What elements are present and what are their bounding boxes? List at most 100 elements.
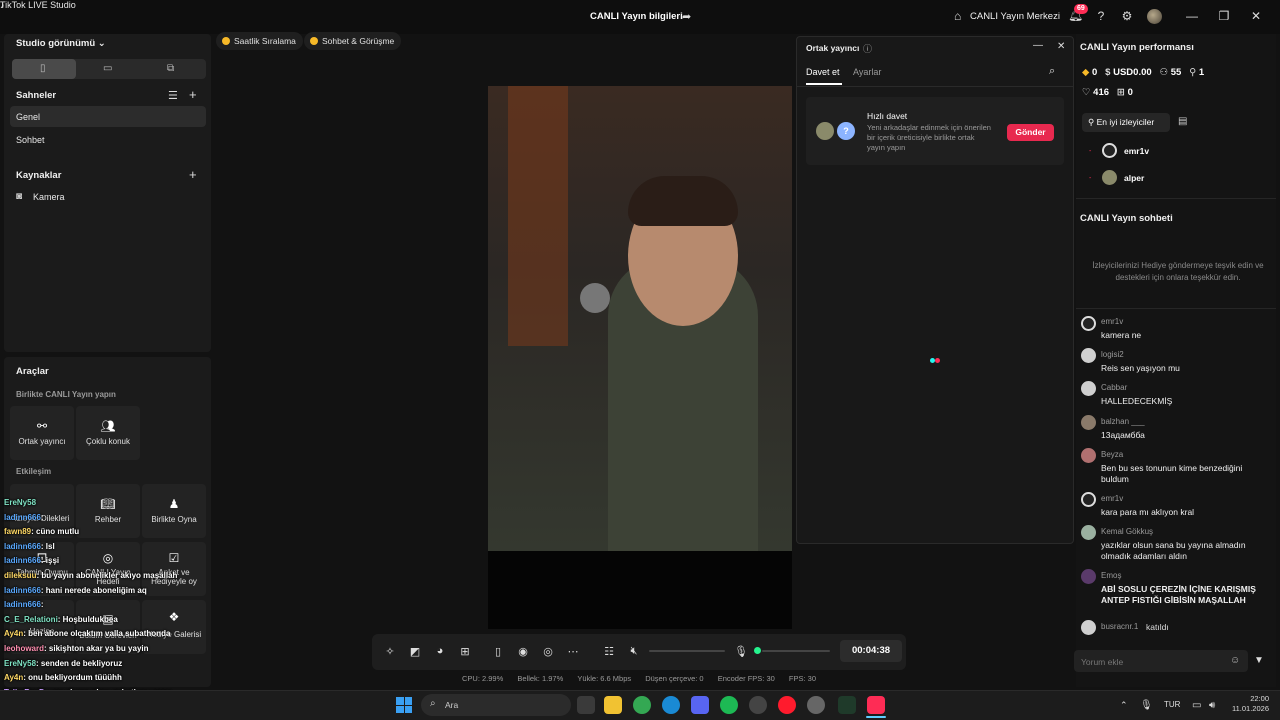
volume-icon[interactable]: 🔊︎ xyxy=(1209,700,1215,711)
top-viewer-name[interactable]: alper xyxy=(1124,173,1144,183)
tab-settings[interactable]: Ayarlar xyxy=(853,67,881,77)
overlay-chat: EreNy58 ladinn666: fawn89: cüno mutlu ladi… xyxy=(4,496,204,715)
tray-chevron-icon[interactable]: ⌃ xyxy=(1120,700,1128,711)
hourly-ranking-pill[interactable]: Saatlik Sıralama xyxy=(216,32,303,50)
chat-username[interactable]: emr1v xyxy=(1101,494,1123,503)
share-icon[interactable]: ➦ xyxy=(682,10,691,23)
minimize-panel-icon[interactable]: — xyxy=(1033,40,1043,51)
record-icon[interactable]: ◉ xyxy=(516,645,530,658)
chat-username[interactable]: logisi2 xyxy=(1101,350,1124,359)
opera-icon[interactable] xyxy=(778,696,796,714)
close-icon[interactable]: ✕ xyxy=(1249,9,1263,23)
live-center-link[interactable]: CANLI Yayın Merkezi xyxy=(970,11,1060,22)
windows-start-icon[interactable] xyxy=(396,697,412,713)
encoder-fps-stat: Encoder FPS: 30 xyxy=(717,674,775,683)
snapshot-icon[interactable]: ◎ xyxy=(541,645,555,658)
studio-view-dropdown[interactable]: Studio görünümü ⌄ xyxy=(16,38,106,49)
overlay-chat-text: : hani nerede aboneliğim aq xyxy=(40,585,147,595)
scene-item-sohbet[interactable]: Sohbet xyxy=(16,135,45,145)
tab-invite[interactable]: Davet et xyxy=(806,67,840,77)
add-scene-icon[interactable]: + xyxy=(189,87,197,102)
multi-guest-tool-button[interactable] xyxy=(76,406,140,460)
taskbar-search[interactable]: Ara xyxy=(421,694,571,716)
overlay-chat-text: : senden de bekliyoruz xyxy=(36,658,123,668)
chat-username[interactable]: Emoş xyxy=(1101,571,1121,580)
edge-icon[interactable] xyxy=(662,696,680,714)
info-icon[interactable]: ⓘ xyxy=(863,42,872,55)
cohost-tool-button[interactable] xyxy=(10,406,74,460)
task-view-icon[interactable] xyxy=(577,696,595,714)
suggested-avatar xyxy=(816,122,834,140)
overlay-chat-line: ladinn666: xyxy=(4,598,204,613)
overlay-chat-line: Ay4n: onu bekliyordum tüüühh xyxy=(4,671,204,686)
chat-username[interactable]: Kemal Gökkuş xyxy=(1101,527,1153,536)
network-icon[interactable]: ▭ xyxy=(1192,700,1201,711)
filter-icon[interactable]: ▼ xyxy=(1254,655,1264,666)
sticker-icon[interactable]: ◕ xyxy=(433,645,447,657)
top-viewers-tab[interactable]: ⚲ En iyi izleyiciler xyxy=(1082,113,1170,132)
cohost-title: Ortak yayıncı xyxy=(806,43,860,53)
mic-volume-slider[interactable] xyxy=(762,650,830,652)
mic-level-dot xyxy=(754,647,761,654)
magic-icon[interactable]: ✧ xyxy=(383,645,397,658)
avatar[interactable] xyxy=(1147,9,1162,24)
add-media-icon[interactable]: ⊞ xyxy=(458,645,472,658)
together-title: Birlikte CANLI Yayın yapın xyxy=(16,390,116,399)
camera-icon: ◙ xyxy=(16,191,23,202)
chat-username[interactable]: Cabbar xyxy=(1101,383,1127,392)
search-icon[interactable]: ⌕ xyxy=(1049,65,1055,78)
notification-badge: 69 xyxy=(1074,4,1088,14)
list-icon[interactable]: ☰ xyxy=(168,89,178,102)
active-app-indicator xyxy=(866,716,886,718)
avatar xyxy=(1081,492,1096,507)
mixer-icon[interactable]: ☷ xyxy=(602,645,616,658)
chrome-icon[interactable] xyxy=(633,696,651,714)
home-icon[interactable]: ⌂ xyxy=(954,9,961,23)
chat-username[interactable]: Beyza xyxy=(1101,450,1123,459)
mic-icon[interactable]: 🎙︎ xyxy=(734,645,748,658)
chat-message: kamera ne xyxy=(1101,330,1142,340)
mic-tray-icon[interactable]: 🎙︎ xyxy=(1140,700,1153,711)
obs-icon[interactable] xyxy=(749,696,767,714)
file-explorer-icon[interactable] xyxy=(604,696,622,714)
help-icon[interactable]: ? xyxy=(1094,9,1108,23)
phone-icon[interactable]: ▯ xyxy=(491,645,505,658)
interaction-title: Etkileşim xyxy=(16,467,52,476)
chat-username[interactable]: balzhan ___ xyxy=(1101,417,1145,426)
chat-username[interactable]: emr1v xyxy=(1101,317,1123,326)
overlay-chat-user: EreNy58 xyxy=(4,498,37,507)
spotify-icon[interactable] xyxy=(720,696,738,714)
add-source-icon[interactable]: + xyxy=(189,167,197,182)
effects-icon[interactable]: ◩ xyxy=(408,645,422,658)
chat-username[interactable]: busracnr.1 xyxy=(1101,622,1138,631)
source-item-kamera[interactable]: Kamera xyxy=(33,192,65,202)
close-panel-icon[interactable]: ✕ xyxy=(1057,41,1065,52)
tiktok-live-taskbar-icon[interactable] xyxy=(867,696,885,714)
camera-preview[interactable] xyxy=(488,86,792,551)
speaker-muted-icon[interactable]: 🔇︎ xyxy=(627,645,641,658)
list-icon[interactable]: ▤ xyxy=(1178,116,1187,127)
more-icon[interactable]: ⋯ xyxy=(566,645,580,658)
top-viewer-name[interactable]: emr1v xyxy=(1124,146,1149,156)
unknown-avatar-icon: ? xyxy=(837,122,855,140)
emoji-icon[interactable]: ☺ xyxy=(1230,655,1240,666)
send-button[interactable]: Gönder xyxy=(1007,124,1054,141)
gear-icon[interactable]: ⚙ xyxy=(1120,9,1134,23)
overlay-chat-line: ladinn666: hani nerede aboneliğim aq xyxy=(4,584,204,599)
steam-icon[interactable] xyxy=(807,696,825,714)
app-icon[interactable] xyxy=(838,696,856,714)
discord-icon[interactable] xyxy=(691,696,709,714)
minimize-icon[interactable]: — xyxy=(1185,9,1199,23)
landscape-icon[interactable]: ▭ xyxy=(103,63,112,74)
dual-layout-icon[interactable]: ⧉ xyxy=(167,63,174,74)
overlay-chat-user: ladinn666 xyxy=(4,600,41,610)
overlay-chat-line: Ay4n: ben abone olcaktım valla subathond… xyxy=(4,627,204,642)
maximize-icon[interactable]: ❐ xyxy=(1217,9,1231,23)
language-indicator[interactable]: TUR xyxy=(1164,700,1180,709)
live-info-link[interactable]: CANLI Yayın bilgileri xyxy=(590,11,683,22)
overlay-chat-text: : onu bekliyordum tüüühh xyxy=(23,673,122,683)
chat-meet-pill[interactable]: Sohbet & Görüşme xyxy=(304,32,402,50)
speaker-volume-slider[interactable] xyxy=(649,650,725,652)
overlay-chat-text: : lsl xyxy=(40,541,55,551)
clock[interactable]: 22:00 11.01.2026 xyxy=(1227,694,1269,714)
